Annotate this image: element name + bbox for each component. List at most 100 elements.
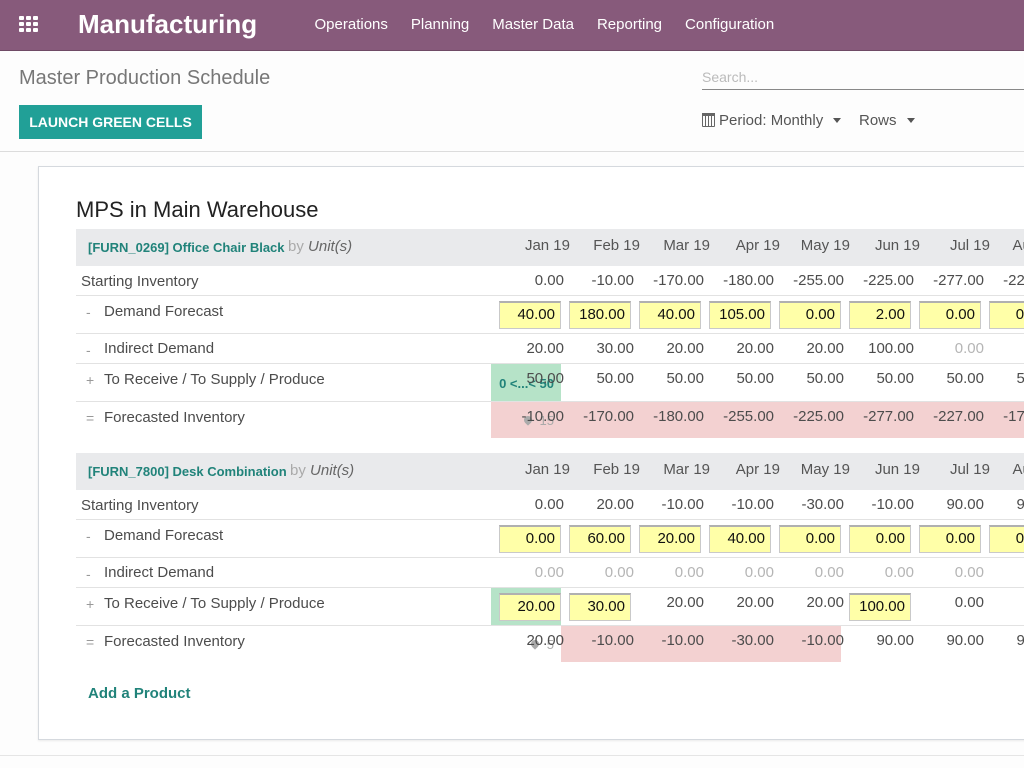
control-panel: Master Production Schedule LAUNCH GREEN … (0, 52, 1024, 152)
menu-operations[interactable]: Operations (315, 16, 388, 33)
demand-input[interactable]: 0.00 (989, 301, 1024, 329)
starting-value: 90.00 (946, 496, 984, 513)
launch-green-cells-button[interactable]: LAUNCH GREEN CELLS (19, 105, 202, 139)
indirect-value: 0.00 (814, 564, 844, 581)
product-uom: by Unit(s) (288, 238, 352, 255)
forecast-value: -30.00 (731, 632, 774, 649)
starting-value: -170.00 (653, 272, 704, 289)
row-label: Demand Forecast (104, 527, 224, 544)
product-name-link[interactable]: [FURN_7800] Desk Combination (88, 464, 287, 479)
grid-icon[interactable] (19, 16, 39, 32)
row-sign: = (86, 410, 95, 426)
product-uom: by Unit(s) (290, 462, 354, 479)
forecast-value: -10.00 (801, 632, 844, 649)
starting-value: 0.00 (534, 496, 564, 513)
row-label: Indirect Demand (104, 340, 215, 357)
period-header: Jan 19 (524, 461, 570, 478)
row-label: To Receive / To Supply / Produce (104, 595, 325, 612)
row-forecast: = Forecasted Inventory 15 -10.00 -170.00 -180… (76, 402, 1024, 438)
period-header: Aug 19 (1012, 237, 1024, 254)
supply-value: 50.00 (596, 370, 634, 387)
row-demand: - Demand Forecast 0.00 60.00 20.00 40.00 0.00 0… (76, 520, 1024, 558)
demand-input[interactable]: 180.00 (569, 301, 631, 329)
period-dropdown[interactable]: Period: Monthly (702, 112, 842, 129)
supply-value: 50.00 (666, 370, 704, 387)
indirect-value: 0.00 (674, 564, 704, 581)
search-input[interactable] (702, 64, 1024, 89)
indirect-value: 0.00 (984, 564, 1024, 581)
period-header: Feb 19 (593, 237, 640, 254)
main-menu: Operations Planning Master Data Reportin… (303, 16, 786, 33)
menu-planning[interactable]: Planning (411, 16, 469, 33)
supply-value: 50.00 (876, 370, 914, 387)
demand-input[interactable]: 0.00 (989, 525, 1024, 553)
supply-value: 50.00 (806, 370, 844, 387)
menu-reporting[interactable]: Reporting (597, 16, 662, 33)
product-name-link[interactable]: [FURN_0269] Office Chair Black (88, 240, 285, 255)
menu-configuration[interactable]: Configuration (685, 16, 774, 33)
row-sign: - (86, 566, 91, 582)
period-header: Apr 19 (735, 237, 780, 254)
starting-value: -30.00 (801, 496, 844, 513)
starting-value: -10.00 (871, 496, 914, 513)
row-indirect: - Indirect Demand 0.00 0.00 0.00 0.00 0.00 0.00… (76, 558, 1024, 588)
starting-value: -10.00 (731, 496, 774, 513)
period-header: Jul 19 (949, 237, 990, 254)
supply-value: 0.00 (984, 594, 1024, 611)
demand-input[interactable]: 60.00 (569, 525, 631, 553)
supply-value: 50.00 (946, 370, 984, 387)
row-label: Starting Inventory (81, 273, 199, 290)
demand-input[interactable]: 0.00 (499, 525, 561, 553)
uom-label: Unit(s) (308, 238, 353, 255)
row-label: Demand Forecast (104, 303, 224, 320)
by-label: by (288, 238, 304, 255)
menu-master-data[interactable]: Master Data (492, 16, 574, 33)
starting-value: -10.00 (661, 496, 704, 513)
demand-input[interactable]: 0.00 (779, 525, 841, 553)
demand-input[interactable]: 0.00 (849, 525, 911, 553)
demand-input[interactable]: 105.00 (709, 301, 771, 329)
starting-value: 0.00 (534, 272, 564, 289)
demand-input[interactable]: 40.00 (639, 301, 701, 329)
row-sign: = (86, 634, 95, 650)
demand-input[interactable]: 40.00 (499, 301, 561, 329)
period-header: Mar 19 (663, 237, 710, 254)
row-label: Forecasted Inventory (104, 409, 245, 426)
demand-input[interactable]: 40.00 (709, 525, 771, 553)
starting-value: -225.00 (863, 272, 914, 289)
product-header: [FURN_0269] Office Chair Black by Unit(s)… (76, 229, 1024, 266)
row-sign: + (86, 596, 95, 612)
demand-input[interactable]: 0.00 (779, 301, 841, 329)
rows-dropdown[interactable]: Rows (859, 112, 915, 129)
period-header: Jun 19 (874, 237, 920, 254)
supply-value: 0.00 (954, 594, 984, 611)
supply-value: 50.00 (1016, 370, 1024, 387)
indirect-value: 0.00 (534, 564, 564, 581)
forecast-value: 90.00 (1016, 632, 1024, 649)
demand-input[interactable]: 20.00 (639, 525, 701, 553)
period-header: May 19 (800, 461, 850, 478)
supply-input[interactable]: 30.00 (569, 593, 631, 621)
indirect-value: 100.00 (868, 340, 914, 357)
indirect-value: 0.00 (604, 564, 634, 581)
row-label: Starting Inventory (81, 497, 199, 514)
starting-value: -227.00 (1003, 272, 1024, 289)
supply-input[interactable]: 100.00 (849, 593, 911, 621)
indirect-value: 0.00 (884, 564, 914, 581)
demand-input[interactable]: 0.00 (919, 301, 981, 329)
forecast-value: 20.00 (526, 632, 564, 649)
demand-input[interactable]: 0.00 (919, 525, 981, 553)
product-block: [FURN_7800] Desk Combination by Unit(s) Ja… (76, 453, 1024, 662)
supply-input[interactable]: 20.00 (499, 593, 561, 621)
forecast-value: -180.00 (653, 408, 704, 425)
row-demand: - Demand Forecast 40.00 180.00 40.00 105.00 0.… (76, 296, 1024, 334)
indirect-value: 20.00 (666, 340, 704, 357)
row-sign: - (86, 528, 91, 544)
row-label: Indirect Demand (104, 564, 215, 581)
indirect-value: 0.00 (954, 564, 984, 581)
indirect-value: 0.00 (954, 340, 984, 357)
divider (0, 755, 1024, 756)
demand-input[interactable]: 2.00 (849, 301, 911, 329)
add-product-link[interactable]: Add a Product (88, 685, 191, 702)
starting-value: -277.00 (933, 272, 984, 289)
